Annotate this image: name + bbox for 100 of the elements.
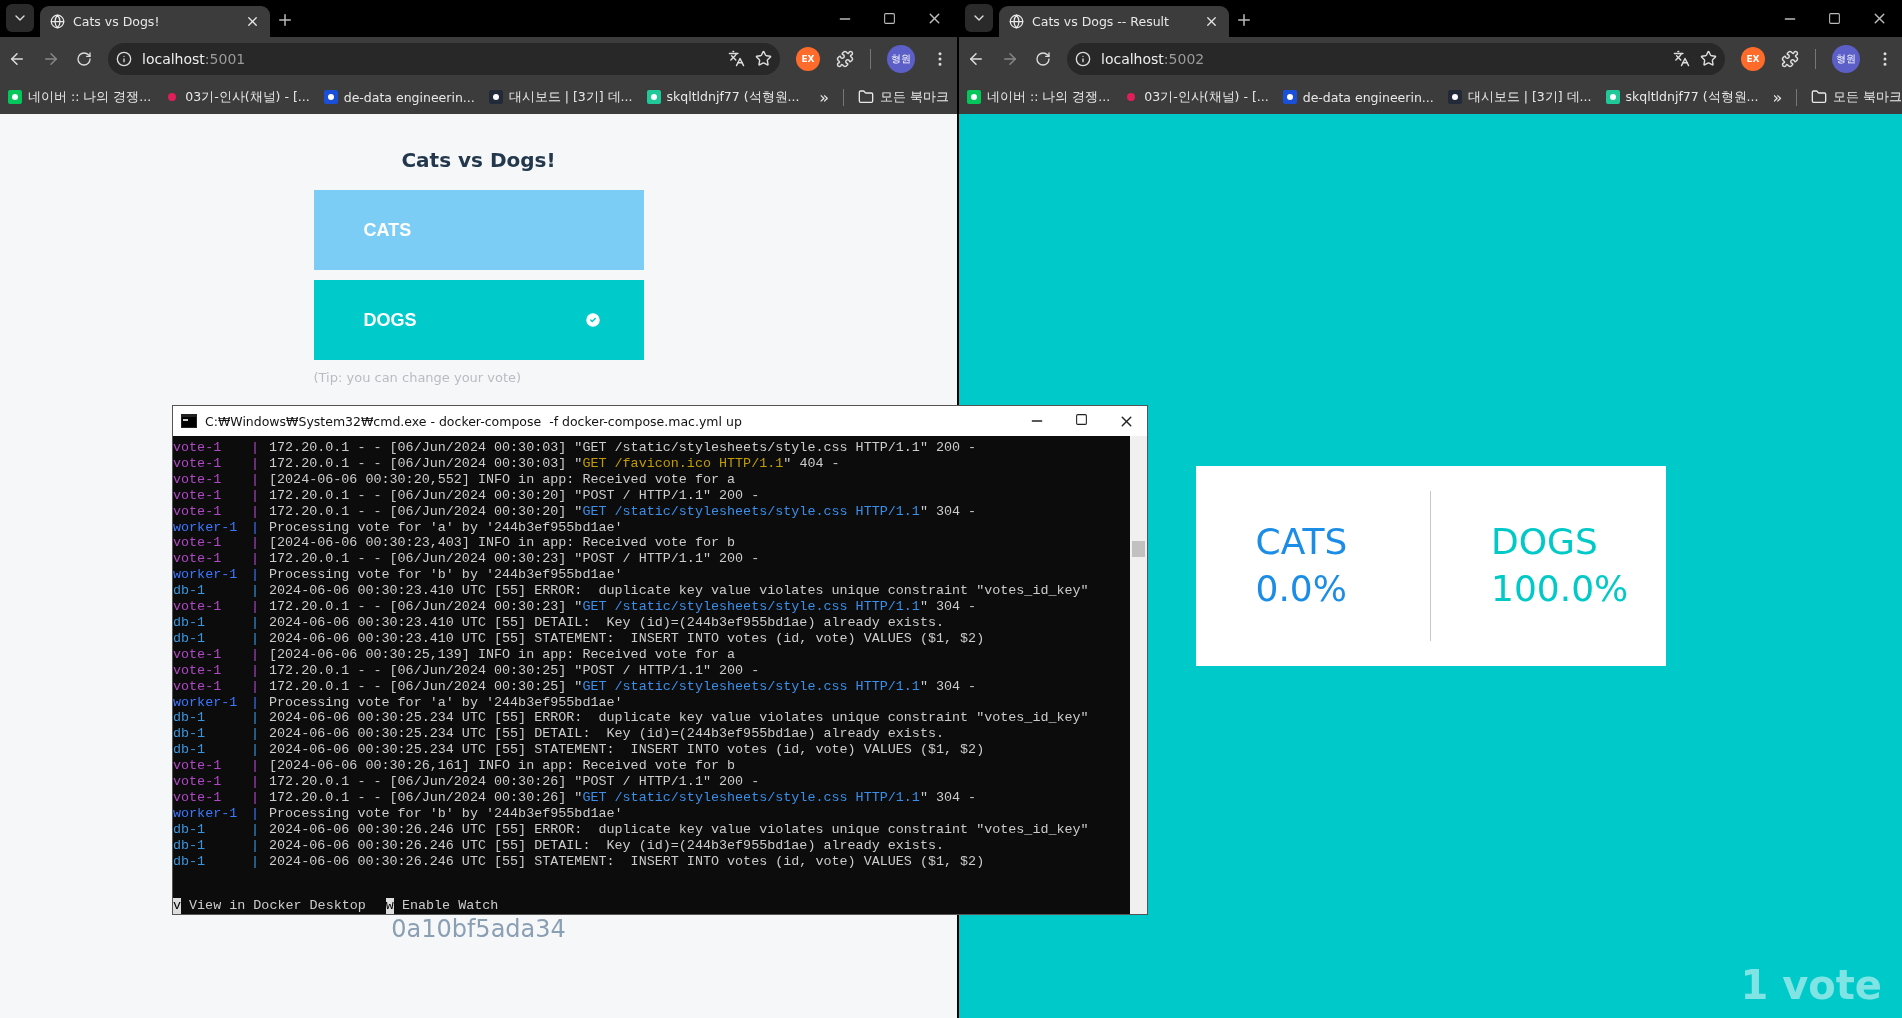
separator-text: | [251,710,261,727]
log-text: 2024-06-06 00:30:26.246 UTC [55] STATEMENT: INSERT INTO votes (id, vote) VALUES ($1, $2) [269,853,985,870]
reload-icon[interactable] [76,50,92,67]
separator-text: | [251,789,261,806]
log-text: 172.20.0.1 - - [06/Jun/2024 00:30:23] "POST / HTTP/1.1" 200 - [269,551,760,568]
service-name: db-1 [173,583,207,600]
translate-icon[interactable] [728,50,745,67]
separator-text: | [251,599,261,615]
folder-icon [1811,89,1828,105]
info-icon[interactable] [116,50,132,67]
translate-icon[interactable] [1673,50,1690,67]
log-text: 2024-06-06 00:30:23.410 UTC [55] STATEMENT: INSERT INTO votes (id, vote) VALUES ($1, $2) [269,630,985,647]
puzzle-icon[interactable] [836,49,854,68]
bookmark-link[interactable]: skqltldnjf77 (석형원... [1625,88,1759,106]
log-text: 172.20.0.1 - - [06/Jun/2024 00:30:26] "POST / HTTP/1.1" 200 - [269,774,760,790]
log-text: 2024-06-06 00:30:26.246 UTC [55] ERROR: duplicate key value violates unique constraint "votes_id_key" [269,821,1089,838]
separator-text: | [251,853,261,870]
page-title: Cats vs Dogs! [401,148,556,172]
scrollbar[interactable] [1130,436,1147,914]
address-bar[interactable]: localhost:5001 [108,42,780,75]
log-text: 172.20.0.1 - - [06/Jun/2024 00:30:26] "GET /static/stylesheets/style.css HTTP/1.1" 304 - [269,789,977,806]
separator-text: | [251,837,261,854]
service-name: vote-1 [173,599,223,615]
service-name: vote-1 [173,551,223,568]
log-text: 2024-06-06 00:30:23.410 UTC [55] DETAIL: Key (id)=(244b3ef955bd1ae) already exists. [269,614,944,631]
bookmark-link[interactable]: de-data engineerin... [343,89,475,105]
log-text: 2024-06-06 00:30:25.234 UTC [55] STATEMENT: INSERT INTO votes (id, vote) VALUES ($1, $2) [269,742,985,759]
address-bar[interactable]: localhost:5002 [1067,42,1725,75]
tab-search-button[interactable] [6,4,34,32]
browser-tab[interactable]: Cats vs Dogs! [40,6,270,37]
new-tab-icon[interactable] [1235,11,1253,29]
separator-text: | [251,519,261,536]
star-icon[interactable] [1700,50,1717,67]
close-icon[interactable] [1204,14,1219,29]
reload-icon[interactable] [1035,50,1051,67]
separator-text: | [251,440,261,456]
star-icon[interactable] [755,50,772,67]
globe-icon [50,14,65,29]
result-label: CATS [1255,520,1349,564]
separator-text: | [251,678,261,695]
separator-text: | [251,630,261,647]
all-bookmarks-link[interactable]: 모든 북마크 [1833,88,1902,106]
separator-text: | [251,567,261,584]
bookmark-link[interactable]: 03기-인사(채널) - [... [1144,88,1269,106]
info-icon[interactable] [1075,50,1091,67]
shortcut-key[interactable]: v [173,898,182,914]
bookmarks-overflow[interactable]: » [819,87,829,107]
bookmark-link[interactable]: 대시보드 | [3기] 데... [1467,88,1592,106]
separator-text: | [251,726,261,743]
folder-icon [858,89,874,105]
shortcut-key[interactable]: w [385,898,394,914]
separator-text: | [251,471,261,488]
service-name: vote-1 [173,455,223,472]
service-name: worker-1 [173,519,239,536]
url-text: localhost:5002 [1101,50,1206,67]
service-name: db-1 [173,853,207,870]
separator-text: | [251,694,261,711]
separator-text: | [251,551,261,568]
service-name: db-1 [173,821,207,838]
service-name: vote-1 [173,535,223,552]
maximize-icon[interactable] [1075,412,1088,426]
service-name: worker-1 [173,805,239,822]
service-name: db-1 [173,726,207,743]
bookmark-link[interactable]: 네이버 :: 나의 경쟁... [987,88,1111,106]
bookmark-link[interactable]: 03기-인사(채널) - [... [185,88,310,106]
bookmarks-overflow[interactable]: » [1772,87,1783,107]
profile-avatar[interactable]: 형원 [887,44,915,73]
close-icon[interactable] [245,14,260,29]
separator-text: | [251,821,261,838]
result-label: DOGS [1491,520,1599,564]
log-text: 2024-06-06 00:30:26.246 UTC [55] DETAIL: Key (id)=(244b3ef955bd1ae) already exists. [269,837,944,854]
separator-text: | [251,758,261,775]
browser-tab[interactable]: Cats vs Dogs -- Result [999,6,1229,37]
service-name: db-1 [173,614,207,631]
tab-search-button[interactable] [965,4,993,32]
bookmark-favicon-icon [646,90,661,104]
bookmark-link[interactable]: de-data engineerin... [1302,89,1434,105]
service-name: vote-1 [173,758,223,775]
all-bookmarks-link[interactable]: 모든 북마크 [880,88,949,106]
bookmark-link[interactable]: 대시보드 | [3기] 데... [508,88,633,106]
service-name: vote-1 [173,678,223,695]
globe-icon [1009,14,1024,29]
bookmark-favicon-icon [8,90,22,104]
hostname-text: 0a10bf5ada34 [391,915,566,943]
log-text: [2024-06-06 00:30:25,139] INFO in app: Received vote for a [269,646,736,663]
bookmark-favicon-icon [323,90,338,104]
profile-avatar[interactable]: 형원 [1832,44,1860,73]
new-tab-icon[interactable] [276,11,294,29]
bookmark-favicon-icon [967,90,981,104]
log-text: 172.20.0.1 - - [06/Jun/2024 00:30:20] "GET /static/stylesheets/style.css HTTP/1.1" 304 - [269,503,977,520]
maximize-icon[interactable] [1828,12,1841,25]
log-text: [2024-06-06 00:30:23,403] INFO in app: Received vote for b [269,535,736,552]
separator-text: | [251,535,261,552]
separator-text: | [251,614,261,631]
puzzle-icon[interactable] [1781,49,1799,68]
maximize-icon[interactable] [883,12,896,25]
log-text: 172.20.0.1 - - [06/Jun/2024 00:30:20] "POST / HTTP/1.1" 200 - [269,487,760,504]
bookmark-link[interactable]: 네이버 :: 나의 경쟁... [28,88,152,106]
shortcut-label: Enable Watch [401,898,499,914]
bookmark-link[interactable]: skqltldnjf77 (석형원... [666,88,800,106]
